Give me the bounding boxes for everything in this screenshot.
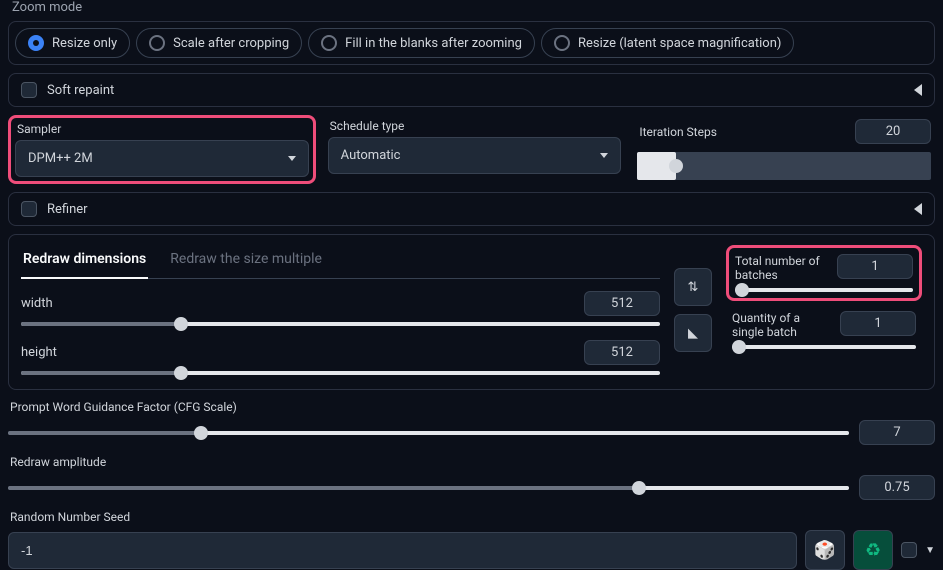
sampler-label: Sampler bbox=[15, 122, 309, 136]
cfg-scale-value[interactable]: 7 bbox=[859, 420, 935, 445]
swap-icon: ⇅ bbox=[688, 280, 699, 295]
seed-extra-checkbox[interactable] bbox=[901, 542, 917, 558]
refiner-checkbox[interactable] bbox=[21, 201, 37, 217]
chevron-left-icon bbox=[914, 203, 922, 215]
radio-label: Resize only bbox=[52, 36, 117, 51]
total-batches-value[interactable]: 1 bbox=[837, 254, 913, 279]
dimensions-tabs: Redraw dimensions Redraw the size multip… bbox=[21, 245, 660, 279]
iteration-steps-slider[interactable] bbox=[637, 152, 931, 180]
total-batches-highlight: Total number of batches 1 bbox=[726, 245, 922, 301]
seed-label: Random Number Seed bbox=[8, 510, 935, 524]
qty-single-batch-label: Quantity of a single batch bbox=[732, 311, 832, 339]
height-value[interactable]: 512 bbox=[584, 340, 660, 365]
iteration-steps-label: Iteration Steps bbox=[637, 125, 717, 139]
width-label: width bbox=[21, 296, 53, 311]
soft-repaint-section[interactable]: Soft repaint bbox=[8, 73, 935, 107]
soft-repaint-label: Soft repaint bbox=[47, 83, 114, 98]
sampler-field-highlight: Sampler DPM++ 2M bbox=[8, 115, 316, 184]
cfg-scale-slider[interactable] bbox=[8, 431, 849, 435]
radio-icon bbox=[28, 35, 44, 51]
chevron-left-icon bbox=[914, 84, 922, 96]
seed-input[interactable] bbox=[8, 532, 797, 569]
tab-redraw-dimensions[interactable]: Redraw dimensions bbox=[21, 245, 148, 279]
width-slider[interactable] bbox=[21, 322, 660, 326]
refiner-section[interactable]: Refiner bbox=[8, 192, 935, 226]
dimensions-panel: Redraw dimensions Redraw the size multip… bbox=[8, 234, 935, 390]
sampler-dropdown[interactable]: DPM++ 2M bbox=[15, 140, 309, 177]
chevron-down-icon bbox=[600, 153, 608, 158]
radio-icon bbox=[149, 35, 165, 51]
seed-extra-dropdown-icon[interactable]: ▼ bbox=[925, 545, 935, 556]
schedule-type-dropdown[interactable]: Automatic bbox=[328, 137, 622, 174]
qty-single-batch-slider[interactable] bbox=[732, 345, 916, 349]
height-slider[interactable] bbox=[21, 371, 660, 375]
redraw-amplitude-slider[interactable] bbox=[8, 486, 849, 490]
qty-single-batch-value[interactable]: 1 bbox=[840, 311, 916, 336]
total-batches-slider[interactable] bbox=[735, 288, 913, 292]
dice-icon: 🎲 bbox=[814, 540, 836, 561]
soft-repaint-checkbox[interactable] bbox=[21, 82, 37, 98]
zoom-mode-option-latent-space[interactable]: Resize (latent space magnification) bbox=[541, 28, 794, 58]
schedule-type-value: Automatic bbox=[341, 148, 401, 163]
cfg-scale-label: Prompt Word Guidance Factor (CFG Scale) bbox=[8, 400, 935, 414]
redraw-amplitude-label: Redraw amplitude bbox=[8, 455, 935, 469]
radio-icon bbox=[321, 35, 337, 51]
radio-icon bbox=[554, 35, 570, 51]
zoom-mode-radio-group: Resize only Scale after cropping Fill in… bbox=[8, 21, 935, 65]
ruler-icon: ◣ bbox=[688, 326, 698, 341]
radio-label: Scale after cropping bbox=[173, 36, 289, 51]
schedule-type-label: Schedule type bbox=[328, 119, 622, 133]
sampler-value: DPM++ 2M bbox=[28, 151, 93, 166]
radio-label: Resize (latent space magnification) bbox=[578, 36, 781, 51]
redraw-amplitude-value[interactable]: 0.75 bbox=[859, 475, 935, 500]
random-seed-button[interactable]: 🎲 bbox=[805, 530, 845, 570]
chevron-down-icon bbox=[288, 156, 296, 161]
dimension-side-buttons: ⇅ ◣ bbox=[674, 245, 712, 375]
zoom-mode-option-resize-only[interactable]: Resize only bbox=[15, 28, 130, 58]
aspect-ratio-button[interactable]: ◣ bbox=[674, 314, 712, 352]
iteration-steps-value[interactable]: 20 bbox=[855, 119, 931, 144]
total-batches-label: Total number of batches bbox=[735, 254, 835, 282]
zoom-mode-option-scale-after-cropping[interactable]: Scale after cropping bbox=[136, 28, 302, 58]
refiner-label: Refiner bbox=[47, 202, 88, 217]
width-value[interactable]: 512 bbox=[584, 291, 660, 316]
height-label: height bbox=[21, 345, 57, 360]
reuse-seed-button[interactable]: ♻ bbox=[853, 530, 893, 570]
radio-label: Fill in the blanks after zooming bbox=[345, 36, 522, 51]
zoom-mode-option-fill-blanks[interactable]: Fill in the blanks after zooming bbox=[308, 28, 535, 58]
zoom-mode-label: Zoom mode bbox=[8, 0, 935, 21]
swap-dimensions-button[interactable]: ⇅ bbox=[674, 268, 712, 306]
tab-redraw-size-multiple[interactable]: Redraw the size multiple bbox=[168, 245, 324, 278]
recycle-icon: ♻ bbox=[865, 540, 881, 561]
